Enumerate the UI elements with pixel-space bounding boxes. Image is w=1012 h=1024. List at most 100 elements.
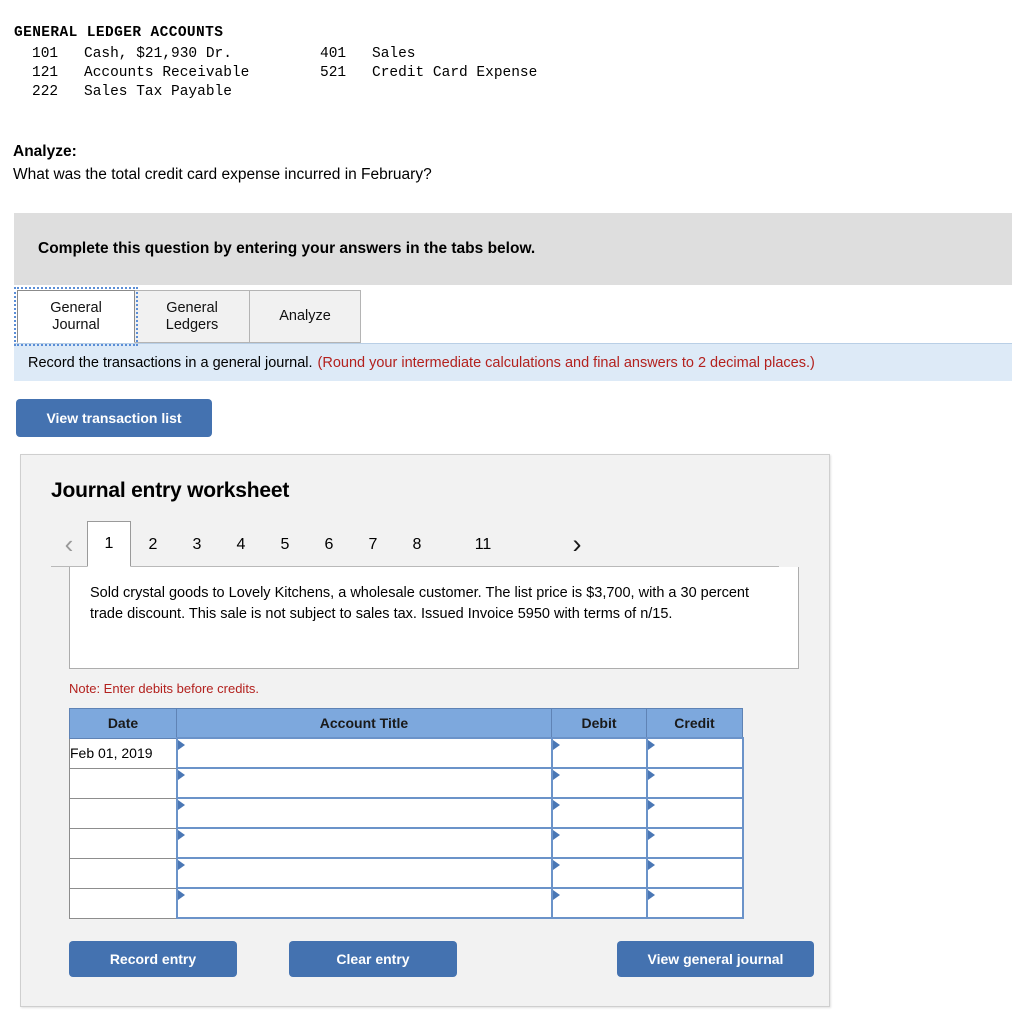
dropdown-caret-icon xyxy=(647,770,655,780)
ledger-row: 101 Cash, $21,930 Dr. 401 Sales xyxy=(32,45,1012,64)
instruction-banner: Complete this question by entering your … xyxy=(14,213,1012,285)
view-transaction-list-button[interactable]: View transaction list xyxy=(16,399,212,437)
ledger-account-name: Cash, $21,930 Dr. xyxy=(84,46,232,62)
dropdown-caret-icon xyxy=(647,890,655,900)
ledger-account-number: 521 xyxy=(320,65,347,81)
credit-cell[interactable] xyxy=(645,797,744,829)
task-instruction-text: Record the transactions in a general jou… xyxy=(28,354,313,371)
table-row: Feb 01, 2019 xyxy=(69,737,744,769)
account-title-cell[interactable] xyxy=(175,767,553,799)
chevron-left-icon[interactable]: ‹ xyxy=(51,521,87,567)
pager-page-2[interactable]: 2 xyxy=(131,521,175,567)
credit-cell[interactable] xyxy=(645,767,744,799)
credit-cell[interactable] xyxy=(645,857,744,889)
debit-cell[interactable] xyxy=(550,887,648,919)
dropdown-caret-icon xyxy=(647,800,655,810)
tab-bar: General Journal General Ledgers Analyze xyxy=(14,287,1012,346)
journal-table-head: Date Account Title Debit Credit xyxy=(69,708,743,739)
account-title-cell[interactable] xyxy=(175,737,553,769)
ledger-account-name: Accounts Receivable xyxy=(84,65,250,81)
table-row xyxy=(69,797,744,829)
task-instruction-strip: Record the transactions in a general jou… xyxy=(14,343,1012,381)
journal-table-body: Feb 01, 2019 xyxy=(69,737,744,919)
credit-cell[interactable] xyxy=(645,827,744,859)
clear-entry-button[interactable]: Clear entry xyxy=(289,941,457,977)
pager-page-3[interactable]: 3 xyxy=(175,521,219,567)
pager-page-7[interactable]: 7 xyxy=(351,521,395,567)
ledger-account-number: 222 xyxy=(32,84,59,100)
credit-cell[interactable] xyxy=(645,887,744,919)
dropdown-caret-icon xyxy=(552,800,560,810)
dropdown-caret-icon xyxy=(177,860,185,870)
ledger-right-entry: 401 Sales xyxy=(320,45,416,64)
debit-cell[interactable] xyxy=(550,827,648,859)
account-title-cell[interactable] xyxy=(175,857,553,889)
ledger-account-name: Sales Tax Payable xyxy=(84,84,232,100)
pager-page-1[interactable]: 1 xyxy=(87,521,131,567)
worksheet-pagination: ‹ 1 2 3 4 5 6 7 8 11 › xyxy=(51,517,829,567)
date-cell[interactable] xyxy=(69,798,177,829)
account-title-cell[interactable] xyxy=(175,797,553,829)
tab-label-line1: General xyxy=(166,299,218,316)
ledger-row: 222 Sales Tax Payable xyxy=(32,83,1012,102)
dropdown-caret-icon xyxy=(552,890,560,900)
worksheet-action-buttons: Record entry Clear entry View general jo… xyxy=(69,941,814,977)
pager-page-5[interactable]: 5 xyxy=(263,521,307,567)
tab-general-journal[interactable]: General Journal xyxy=(14,287,138,346)
pager-page-4[interactable]: 4 xyxy=(219,521,263,567)
dropdown-caret-icon xyxy=(647,860,655,870)
table-row xyxy=(69,857,744,889)
credit-cell[interactable] xyxy=(645,737,744,769)
table-row xyxy=(69,827,744,859)
journal-entry-table: Date Account Title Debit Credit Feb 01, … xyxy=(69,708,744,919)
debit-cell[interactable] xyxy=(550,857,648,889)
view-general-journal-button[interactable]: View general journal xyxy=(617,941,814,977)
date-cell[interactable] xyxy=(69,858,177,889)
ledger-right-entry: 521 Credit Card Expense xyxy=(320,64,537,83)
table-row xyxy=(69,767,744,799)
pager-page-8[interactable]: 8 xyxy=(395,521,439,567)
debit-cell[interactable] xyxy=(550,737,648,769)
debits-before-credits-note: Note: Enter debits before credits. xyxy=(69,681,260,696)
ledger-account-name: Credit Card Expense xyxy=(372,65,538,81)
tab-analyze[interactable]: Analyze xyxy=(249,290,361,343)
pager-page-6[interactable]: 6 xyxy=(307,521,351,567)
tab-general-ledgers[interactable]: General Ledgers xyxy=(134,290,250,343)
task-instruction-note: (Round your intermediate calculations an… xyxy=(317,354,815,371)
ledger-left-entry: 121 Accounts Receivable xyxy=(32,64,320,83)
date-cell[interactable]: Feb 01, 2019 xyxy=(69,738,177,769)
journal-table-header-row: Date Account Title Debit Credit xyxy=(69,708,743,739)
column-header-account-title: Account Title xyxy=(176,708,552,739)
debit-cell[interactable] xyxy=(550,797,648,829)
tab-label: Analyze xyxy=(279,308,331,324)
dropdown-caret-icon xyxy=(177,800,185,810)
tab-label-line1: General xyxy=(50,299,102,316)
instruction-banner-text: Complete this question by entering your … xyxy=(38,240,536,257)
ledger-left-entry: 222 Sales Tax Payable xyxy=(32,83,320,102)
dropdown-caret-icon xyxy=(552,830,560,840)
dropdown-caret-icon xyxy=(177,890,185,900)
tab-label: General Journal xyxy=(50,300,102,334)
dropdown-caret-icon xyxy=(552,740,560,750)
ledger-accounts-title: GENERAL LEDGER ACCOUNTS xyxy=(14,25,224,41)
ledger-row: 121 Accounts Receivable 521 Credit Card … xyxy=(32,64,1012,83)
ledger-accounts-rows: 101 Cash, $21,930 Dr. 401 Sales 121 Acco… xyxy=(14,45,1012,102)
journal-entry-worksheet-panel: Journal entry worksheet ‹ 1 2 3 4 5 6 7 … xyxy=(20,454,830,1007)
debit-cell[interactable] xyxy=(550,767,648,799)
ledger-account-number: 401 xyxy=(320,46,347,62)
analyze-label: Analyze: xyxy=(13,143,77,160)
date-cell[interactable] xyxy=(69,768,177,799)
account-title-cell[interactable] xyxy=(175,827,553,859)
column-header-credit: Credit xyxy=(646,708,743,739)
account-title-cell[interactable] xyxy=(175,887,553,919)
pager-page-11[interactable]: 11 xyxy=(461,521,505,567)
analyze-question: What was the total credit card expense i… xyxy=(13,166,432,183)
record-entry-button[interactable]: Record entry xyxy=(69,941,237,977)
date-cell[interactable] xyxy=(69,828,177,859)
date-cell[interactable] xyxy=(69,888,177,919)
dropdown-caret-icon xyxy=(177,770,185,780)
dropdown-caret-icon xyxy=(177,740,185,750)
chevron-right-icon[interactable]: › xyxy=(559,521,595,567)
dropdown-caret-icon xyxy=(552,770,560,780)
pager-gap xyxy=(439,566,461,567)
